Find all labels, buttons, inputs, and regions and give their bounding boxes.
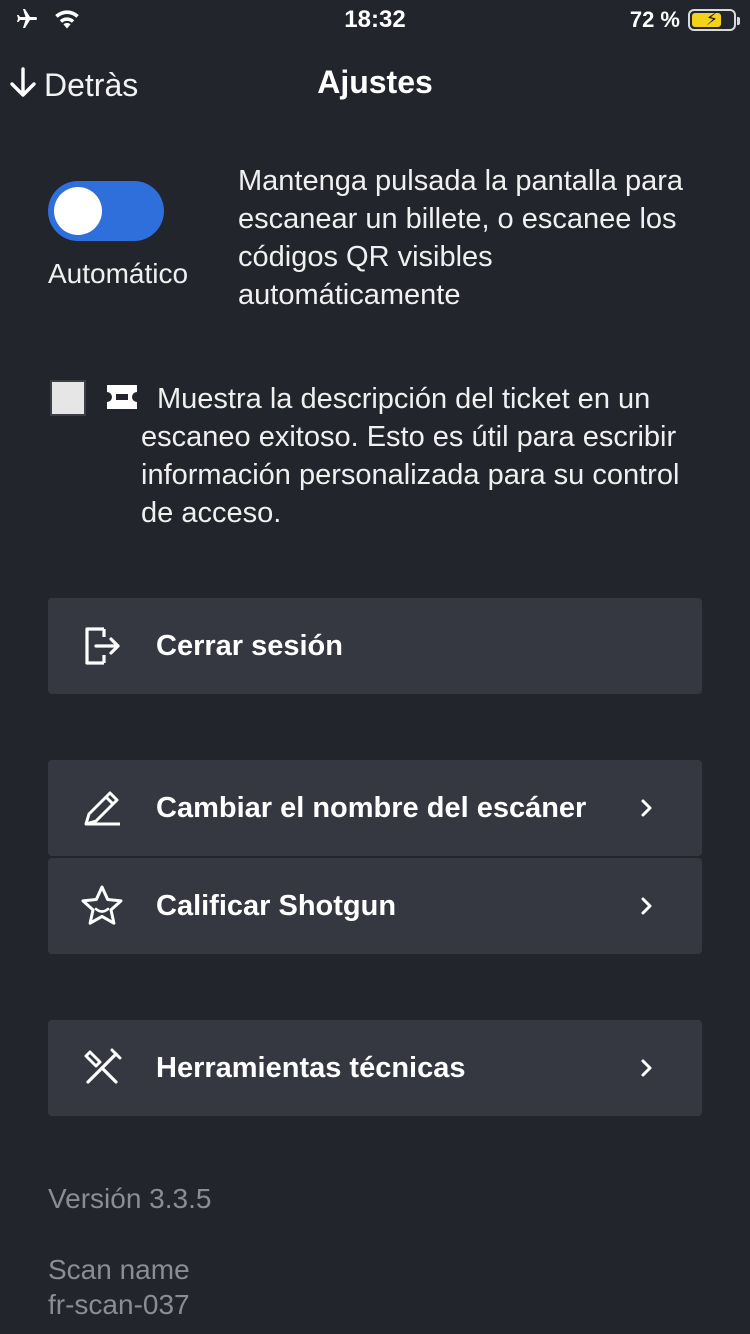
ticket-icon	[105, 383, 139, 416]
status-right: 72 % ⚡	[629, 6, 740, 34]
rate-app-label: Calificar Shotgun	[156, 889, 397, 922]
chevron-right-icon	[592, 798, 702, 818]
chevron-right-icon	[592, 1058, 702, 1078]
pencil-icon	[48, 788, 156, 828]
chevron-right-icon	[592, 896, 702, 916]
rename-scanner-label: Cambiar el nombre del escáner	[156, 791, 587, 824]
scan-name-value: fr-scan-037	[48, 1289, 190, 1320]
auto-scan-label: Automático	[48, 258, 189, 289]
logout-button[interactable]: Cerrar sesión	[48, 598, 702, 694]
tech-tools-label: Herramientas técnicas	[156, 1051, 466, 1084]
battery-percent: 72 %	[629, 7, 680, 32]
scan-name-label: Scan name	[48, 1254, 190, 1285]
auto-scan-toggle[interactable]	[48, 181, 164, 241]
ticket-description-checkbox[interactable]	[50, 380, 86, 416]
tech-tools-button[interactable]: Herramientas técnicas	[48, 1020, 702, 1116]
logout-label: Cerrar sesión	[156, 629, 343, 662]
star-icon	[48, 884, 156, 928]
status-bar: 18:32 72 % ⚡	[0, 0, 750, 40]
app-version: Versión 3.3.5	[48, 1183, 212, 1214]
battery-charging-icon: ⚡	[688, 9, 740, 31]
rename-scanner-button[interactable]: Cambiar el nombre del escáner	[48, 760, 702, 856]
rate-app-button[interactable]: Calificar Shotgun	[48, 858, 702, 954]
toggle-knob	[54, 187, 102, 235]
ticket-description-text: Muestra la descripción del ticket en un …	[141, 383, 680, 529]
page-title: Ajustes	[317, 64, 433, 100]
bolt-icon: ⚡	[705, 9, 719, 29]
logout-icon	[48, 625, 156, 667]
auto-scan-description: Mantenga pulsada la pantalla para escane…	[238, 165, 683, 311]
tools-icon	[48, 1048, 156, 1088]
